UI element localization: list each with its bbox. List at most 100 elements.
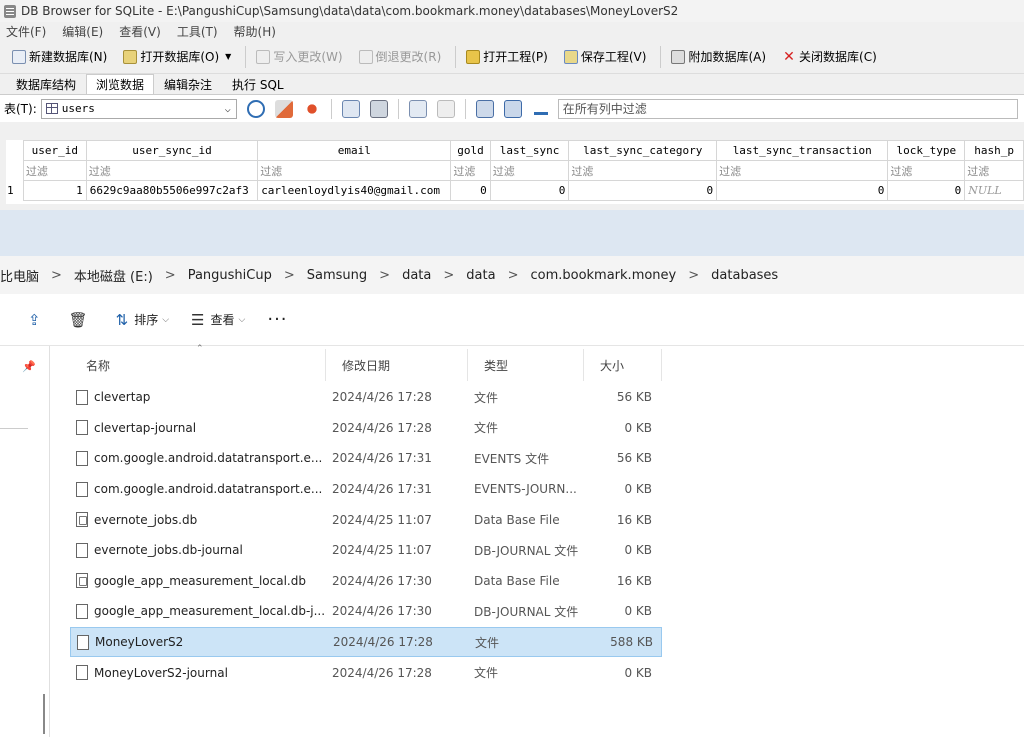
column-header-date[interactable]: 修改日期 [326,349,468,381]
view-button[interactable]: ☰ 查看 ⌵ [191,311,245,329]
filter-input[interactable]: 过滤 [22,160,87,181]
list-item[interactable]: com.google.android.datatransport.e... 202… [70,443,662,474]
new-database-button[interactable]: 新建数据库(N) [6,44,117,70]
list-item[interactable]: google_app_measurement_local.db-j... 2024… [70,596,662,627]
filter-input[interactable]: 过滤 [964,160,1024,181]
cell-email[interactable]: carleenloydlyis40@gmail.com [257,180,452,201]
chevron-right-icon[interactable]: > [379,268,390,283]
chevron-down-icon[interactable]: ▼ [225,52,231,61]
breadcrumb-item[interactable]: com.bookmark.money [530,268,676,283]
column-header-user-sync-id[interactable]: user_sync_id [85,140,259,161]
menu-edit[interactable]: 编辑(E) [62,23,103,40]
menu-tools[interactable]: 工具(T) [177,23,218,40]
breadcrumb-item[interactable]: 本地磁盘 (E:) [74,266,153,285]
chevron-right-icon[interactable]: > [508,268,519,283]
menu-help[interactable]: 帮助(H) [234,23,276,40]
file-name-cell: com.google.android.datatransport.e... [70,481,326,497]
print-icon[interactable] [369,99,388,118]
delete-record-icon[interactable] [436,99,455,118]
tab-browse-data[interactable]: 浏览数据 [86,74,155,94]
open-database-button[interactable]: 打开数据库(O) ▼ [117,44,241,70]
save-project-button[interactable]: 保存工程(V) [558,44,657,70]
column-header-user-id[interactable]: user_id [22,140,87,161]
column-header-lock-type[interactable]: lock_type [887,140,966,161]
tab-edit-pragmas[interactable]: 编辑杂注 [154,74,222,94]
chevron-right-icon[interactable]: > [284,268,295,283]
open-project-button[interactable]: 打开工程(P) [460,44,558,70]
find-icon[interactable] [475,99,494,118]
filter-all-columns-input[interactable]: 在所有列中过滤 [557,98,1018,119]
more-options-button[interactable]: ··· [267,309,287,330]
file-date: 2024/4/26 17:30 [332,604,432,619]
chevron-right-icon[interactable]: > [688,268,699,283]
insert-record-icon[interactable] [408,99,427,118]
column-header-last-sync-transaction[interactable]: last_sync_transaction [716,140,889,161]
scrollbar[interactable] [43,694,45,734]
filter-input[interactable]: 过滤 [450,160,491,181]
column-header-size[interactable]: 大小 [584,349,662,381]
list-item[interactable]: MoneyLoverS2-journal 2024/4/26 17:28 文件 0 K… [70,657,662,688]
column-header-email[interactable]: email [257,140,452,161]
column-header-type[interactable]: 类型 [468,349,584,381]
revert-changes-button[interactable]: 倒退更改(R) [353,44,452,70]
list-item[interactable]: MoneyLoverS2 2024/4/26 17:28 文件 588 KB [70,626,662,658]
list-item[interactable]: evernote_jobs.db-journal 2024/4/25 11:07 D… [70,535,662,566]
column-header-last-sync-category[interactable]: last_sync_category [568,140,718,161]
cell-last-sync[interactable]: 0 [489,180,570,201]
file-date: 2024/4/26 17:28 [332,665,432,680]
clear-filters-icon[interactable] [274,99,293,118]
menu-file[interactable]: 文件(F) [6,23,46,40]
chevron-right-icon[interactable]: > [443,268,454,283]
navigation-pane: 📌 [0,346,50,737]
close-database-button[interactable]: ✕ 关闭数据库(C) [776,44,887,70]
row-number[interactable]: 1 [6,181,23,201]
filter-format-icon[interactable] [531,99,550,118]
cell-user-id[interactable]: 1 [22,180,87,201]
filter-input[interactable]: 过滤 [887,160,966,181]
find-replace-icon[interactable] [503,99,522,118]
column-header-hash-p[interactable]: hash_p [964,140,1024,161]
chevron-right-icon[interactable]: > [165,268,176,283]
cell-hash-p[interactable]: NULL [964,180,1024,201]
column-header-name[interactable]: 名称 [70,349,326,381]
share-button[interactable]: ⇪ [28,311,47,329]
breadcrumb-item[interactable]: data [402,268,431,283]
sort-button[interactable]: ⇅ 排序 ⌵ [116,311,169,329]
cell-gold[interactable]: 0 [450,180,491,201]
delete-button[interactable]: 🗑 [69,311,94,329]
breadcrumb-item[interactable]: data [466,268,495,283]
filter-input[interactable]: 过滤 [257,160,452,181]
filter-input[interactable]: 过滤 [489,160,570,181]
chevron-right-icon[interactable]: > [51,268,62,283]
column-header-gold[interactable]: gold [450,140,491,161]
cell-last-sync-category[interactable]: 0 [568,180,718,201]
file-icon [76,420,88,436]
cell-last-sync-transaction[interactable]: 0 [716,180,889,201]
filter-input[interactable]: 过滤 [85,160,259,181]
write-changes-button[interactable]: 写入更改(W) [250,44,352,70]
filter-input[interactable]: 过滤 [568,160,718,181]
pin-icon[interactable]: 📌 [22,360,36,373]
list-item[interactable]: evernote_jobs.db 2024/4/25 11:07 Data Base… [70,504,662,535]
list-item[interactable]: com.google.android.datatransport.e... 202… [70,474,662,505]
list-item[interactable]: clevertap 2024/4/26 17:28 文件 56 KB [70,382,662,413]
list-item[interactable]: clevertap-journal 2024/4/26 17:28 文件 0 KB [70,413,662,444]
filter-input[interactable]: 过滤 [716,160,889,181]
clear-sorting-icon[interactable] [302,99,321,118]
menu-view[interactable]: 查看(V) [119,23,161,40]
refresh-icon[interactable] [246,99,265,118]
tab-execute-sql[interactable]: 执行 SQL [222,74,294,94]
cell-lock-type[interactable]: 0 [887,180,966,201]
cell-user-sync-id[interactable]: 6629c9aa80b5506e997c2af3 [85,180,259,201]
attach-database-button[interactable]: 附加数据库(A) [665,44,776,70]
breadcrumb-item[interactable]: PangushiCup [188,268,272,283]
save-table-icon[interactable] [341,99,360,118]
table-select[interactable]: users ⌵ [40,98,237,119]
breadcrumb-item[interactable]: Samsung [307,268,367,283]
breadcrumb-item[interactable]: 比电脑 [0,266,39,285]
tab-database-structure[interactable]: 数据库结构 [6,74,86,94]
list-item[interactable]: google_app_measurement_local.db 2024/4/26… [70,566,662,597]
breadcrumb-item[interactable]: databases [711,268,778,283]
column-header-last-sync[interactable]: last_sync [489,140,570,161]
table-row[interactable]: 1 1 6629c9aa80b5506e997c2af3 carleenloyd… [6,180,1024,201]
